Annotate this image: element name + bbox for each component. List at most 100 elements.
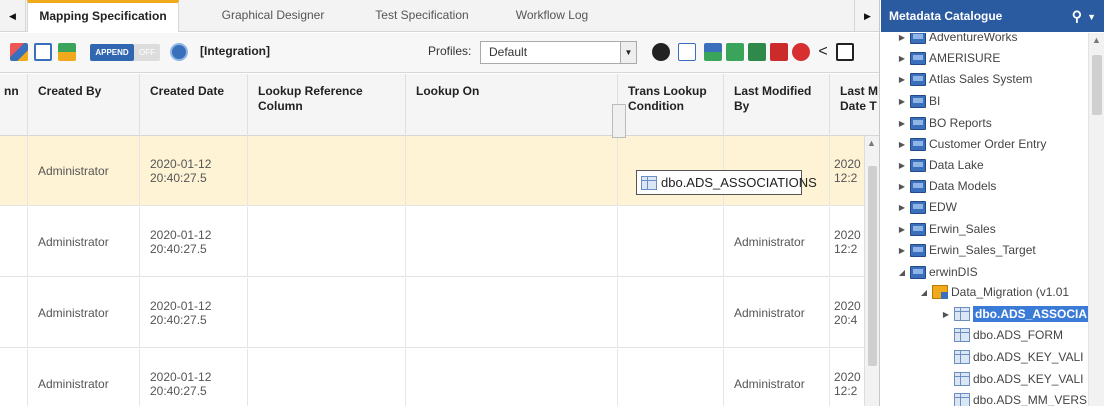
expand-icon[interactable]: ▶ bbox=[897, 246, 907, 255]
last-modified-date-cell: 2020 12:2 bbox=[834, 157, 861, 185]
column-resize-handle[interactable] bbox=[612, 104, 626, 138]
tree-item[interactable]: ▶ AMERISURE bbox=[897, 48, 1000, 68]
column-header-lookup-on[interactable]: Lookup On bbox=[406, 74, 618, 136]
lookup-on-cell[interactable] bbox=[406, 278, 618, 348]
tree-item[interactable]: ▶ EDW bbox=[897, 197, 957, 217]
column-header-created-date[interactable]: Created Date bbox=[140, 74, 248, 136]
expand-icon[interactable]: ▶ bbox=[897, 75, 907, 84]
lookup-on-cell[interactable] bbox=[406, 349, 618, 406]
scroll-up-icon[interactable]: ▲ bbox=[1092, 35, 1101, 45]
database-icon bbox=[910, 243, 926, 257]
integration-label: [Integration] bbox=[200, 44, 270, 58]
expand-icon[interactable]: ▶ bbox=[897, 161, 907, 170]
scrollbar-thumb[interactable] bbox=[868, 166, 877, 366]
tree-item[interactable]: ▶ Atlas Sales System bbox=[897, 69, 1032, 89]
gear-icon[interactable] bbox=[652, 43, 670, 61]
lookup-on-cell[interactable] bbox=[406, 207, 618, 277]
column-header-partial[interactable]: nn bbox=[0, 74, 28, 136]
tab-test-specification[interactable]: Test Specification bbox=[362, 0, 482, 32]
trans-lookup-cell[interactable] bbox=[618, 278, 724, 348]
last-modified-date-cell: 2020 12:2 bbox=[834, 370, 861, 398]
lookup-on-cell[interactable] bbox=[406, 136, 618, 206]
tree-item[interactable]: ◢ erwinDIS bbox=[897, 262, 978, 282]
save-icon[interactable] bbox=[748, 43, 766, 61]
column-header-created-by[interactable]: Created By bbox=[28, 74, 140, 136]
tree-item-model[interactable]: ◢ Data_Migration (v1.01 bbox=[919, 282, 1069, 302]
tab-workflow-log[interactable]: Workflow Log bbox=[502, 0, 602, 32]
etl-icon[interactable] bbox=[704, 43, 722, 61]
tree-item-table[interactable]: dbo.ADS_MM_VERS bbox=[941, 390, 1087, 406]
tab-graphical-designer[interactable]: Graphical Designer bbox=[210, 0, 336, 32]
tree-item-table-selected[interactable]: ▶ dbo.ADS_ASSOCIA bbox=[941, 304, 1088, 324]
profiles-label: Profiles: bbox=[428, 44, 472, 58]
table-row[interactable]: Administrator 2020-01-12 20:40:27.5 Admi… bbox=[0, 349, 879, 406]
expand-icon[interactable]: ▶ bbox=[941, 310, 951, 319]
grid-header: nn Created By Created Date Lookup Refere… bbox=[0, 74, 879, 136]
tree-item[interactable]: ▶ Erwin_Sales bbox=[897, 219, 996, 239]
table-cell bbox=[0, 278, 28, 348]
expand-icon[interactable]: ▶ bbox=[897, 203, 907, 212]
chevron-down-icon[interactable]: ▼ bbox=[1087, 1, 1096, 33]
grid-view-icon[interactable] bbox=[34, 43, 52, 61]
sync-icon[interactable] bbox=[10, 43, 28, 61]
expand-icon[interactable]: ▶ bbox=[897, 119, 907, 128]
close-icon[interactable] bbox=[792, 43, 810, 61]
refresh-icon[interactable] bbox=[170, 43, 188, 61]
lookup-reference-cell[interactable] bbox=[248, 349, 406, 406]
tree-item-table[interactable]: dbo.ADS_KEY_VALI bbox=[941, 347, 1084, 367]
expand-icon[interactable]: ▶ bbox=[897, 140, 907, 149]
drag-drop-item[interactable]: dbo.ADS_ASSOCIATIONS bbox=[636, 170, 817, 195]
excel-import-icon[interactable] bbox=[58, 43, 76, 61]
tab-scroll-right-icon[interactable]: ▶ bbox=[854, 0, 879, 32]
created-date-cell: 2020-01-12 20:40:27.5 bbox=[140, 278, 248, 348]
tree-item[interactable]: ▶ Data Lake bbox=[897, 155, 984, 175]
scrollbar-thumb[interactable] bbox=[1092, 55, 1102, 115]
delete-icon[interactable] bbox=[770, 43, 788, 61]
preview-icon[interactable] bbox=[678, 43, 696, 61]
collapse-icon[interactable]: ◢ bbox=[897, 268, 907, 277]
search-icon[interactable]: ⚲ bbox=[1072, 0, 1082, 32]
database-icon bbox=[910, 200, 926, 214]
tree-item-table[interactable]: dbo.ADS_KEY_VALI bbox=[941, 369, 1084, 389]
column-header-lookup-reference-column[interactable]: Lookup Reference Column bbox=[248, 74, 406, 136]
share-icon[interactable]: < bbox=[814, 43, 832, 61]
lookup-reference-cell[interactable] bbox=[248, 278, 406, 348]
export-excel-icon[interactable] bbox=[726, 43, 744, 61]
profile-select[interactable]: Default ▼ bbox=[480, 41, 637, 64]
created-date-cell: 2020-01-12 20:40:27.5 bbox=[140, 349, 248, 406]
expand-icon[interactable]: ▶ bbox=[897, 54, 907, 63]
column-header-last-modified-date[interactable]: Last M Date T bbox=[830, 74, 879, 136]
tab-mapping-specification[interactable]: Mapping Specification bbox=[27, 0, 179, 32]
tree-item[interactable]: ▶ Erwin_Sales_Target bbox=[897, 240, 1036, 260]
tree-item[interactable]: ▶ BI bbox=[897, 91, 940, 111]
tree-item[interactable]: ▶ BO Reports bbox=[897, 113, 992, 133]
expand-icon[interactable]: ▶ bbox=[897, 182, 907, 191]
trans-lookup-cell[interactable] bbox=[618, 207, 724, 277]
lookup-reference-cell[interactable] bbox=[248, 136, 406, 206]
grid-vertical-scrollbar[interactable]: ▲ bbox=[864, 136, 879, 406]
table-row[interactable]: Administrator 2020-01-12 20:40:27.5 Admi… bbox=[0, 278, 879, 348]
lookup-reference-cell[interactable] bbox=[248, 207, 406, 277]
collapse-icon[interactable]: ◢ bbox=[919, 288, 929, 297]
popout-icon[interactable] bbox=[836, 43, 854, 61]
tree-item[interactable]: ▶ Customer Order Entry bbox=[897, 134, 1046, 154]
tree-item[interactable]: ▶ AdventureWorks bbox=[897, 33, 1017, 47]
column-header-trans-lookup-condition[interactable]: Trans Lookup Condition bbox=[618, 74, 724, 136]
tree-item-table[interactable]: dbo.ADS_FORM bbox=[941, 325, 1063, 345]
tab-scroll-left-icon[interactable]: ◀ bbox=[0, 0, 26, 32]
append-off-toggle[interactable]: OFF bbox=[134, 44, 160, 61]
tree-item[interactable]: ▶ Data Models bbox=[897, 176, 996, 196]
expand-icon[interactable]: ▶ bbox=[897, 33, 907, 42]
created-date-cell: 2020-01-12 20:40:27.5 bbox=[140, 136, 248, 206]
expand-icon[interactable]: ▶ bbox=[897, 225, 907, 234]
trans-lookup-cell[interactable] bbox=[618, 349, 724, 406]
table-row[interactable]: Administrator 2020-01-12 20:40:27.5 Admi… bbox=[0, 207, 879, 277]
model-icon bbox=[932, 285, 948, 299]
metadata-catalogue-panel: Metadata Catalogue ⚲ ▼ ▶ AdventureWorks ▶… bbox=[881, 0, 1104, 406]
column-header-last-modified-by[interactable]: Last Modified By bbox=[724, 74, 830, 136]
catalogue-vertical-scrollbar[interactable]: ▲ bbox=[1088, 33, 1104, 406]
tree-item-label: dbo.ADS_KEY_VALI bbox=[973, 372, 1084, 386]
scroll-up-icon[interactable]: ▲ bbox=[867, 138, 876, 148]
expand-icon[interactable]: ▶ bbox=[897, 97, 907, 106]
append-button[interactable]: APPEND bbox=[90, 44, 134, 61]
